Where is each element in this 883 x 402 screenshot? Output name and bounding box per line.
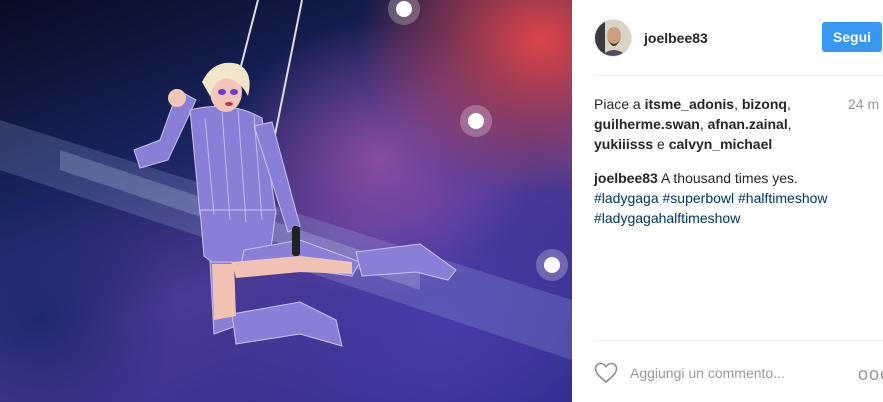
likes-and: e	[657, 136, 665, 152]
post-timestamp[interactable]: 24 m	[848, 94, 879, 114]
likes-separator: ,	[734, 96, 742, 112]
follow-button[interactable]: Segui	[822, 22, 882, 52]
caption-username[interactable]: joelbee83	[594, 170, 658, 186]
liker-username[interactable]: guilherme.swan	[594, 116, 700, 132]
likes-prefix: Piace a	[594, 96, 641, 112]
more-options-icon[interactable]: ooo	[858, 364, 883, 385]
comment-input[interactable]	[630, 365, 830, 381]
performer-photo-icon	[0, 0, 572, 360]
heart-icon[interactable]	[594, 362, 618, 384]
comment-bar: ooo	[594, 356, 883, 390]
liker-username[interactable]: yukiiisss	[594, 136, 653, 152]
liker-username[interactable]: calvyn_michael	[669, 136, 773, 152]
caption-text: A thousand times yes.	[660, 170, 798, 186]
liker-username[interactable]: bizonq	[742, 96, 787, 112]
likes-separator: ,	[786, 96, 791, 112]
user-avatar-icon[interactable]	[594, 19, 632, 57]
post-caption: joelbee83 A thousand times yes. #ladygag…	[594, 168, 864, 228]
author-username[interactable]: joelbee83	[644, 30, 708, 46]
likes-summary: Piace a itsme_adonis, bizonq, guilherme.…	[594, 94, 804, 154]
hashtag-link[interactable]: #superbowl	[663, 190, 735, 206]
post-photo[interactable]	[0, 0, 572, 402]
divider	[594, 340, 883, 341]
likes-separator: ,	[787, 116, 792, 132]
liker-username[interactable]: itsme_adonis	[645, 96, 734, 112]
likes-separator: ,	[699, 116, 708, 132]
liker-username[interactable]: afnan.zainal	[708, 116, 788, 132]
hashtag-link[interactable]: #ladygagahalftimeshow	[594, 210, 740, 226]
hashtag-link[interactable]: #halftimeshow	[738, 190, 828, 206]
post-sidebar: joelbee83 Segui Piace a itsme_adonis, bi…	[572, 0, 883, 402]
hashtag-link[interactable]: #ladygaga	[594, 190, 659, 206]
divider	[594, 75, 883, 76]
instagram-post: joelbee83 Segui Piace a itsme_adonis, bi…	[0, 0, 883, 402]
